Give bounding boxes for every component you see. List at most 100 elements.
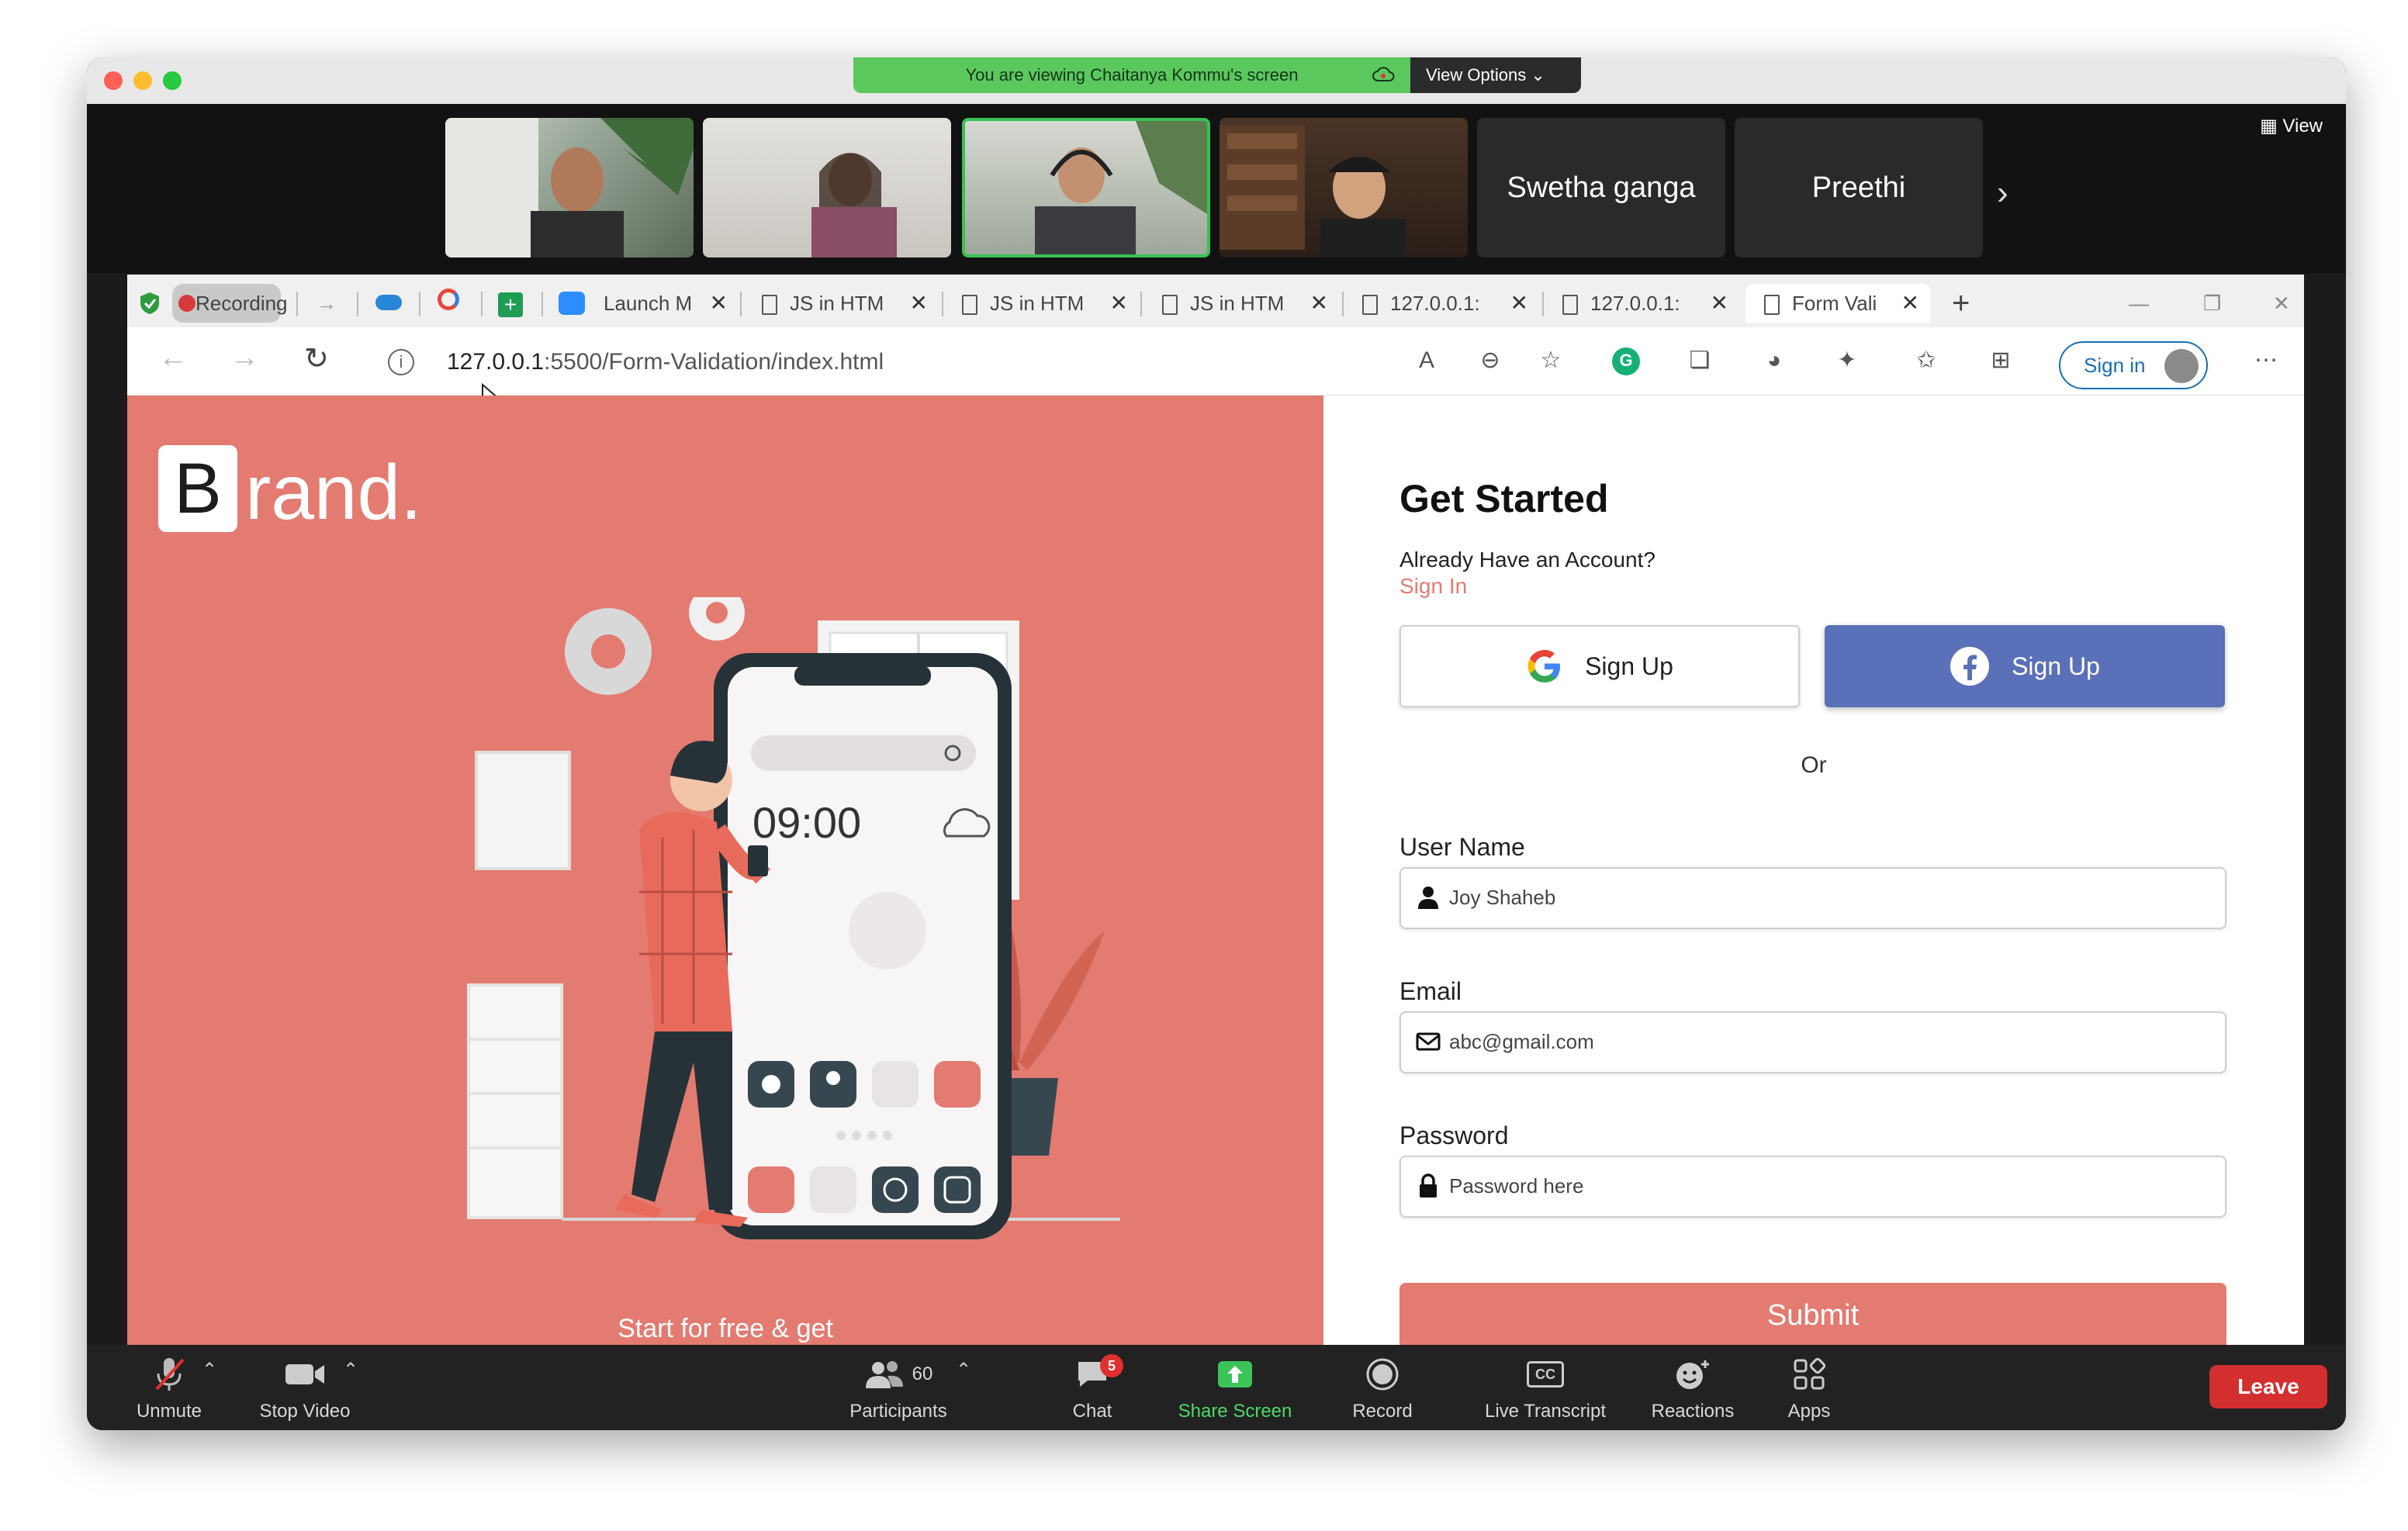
document-icon <box>1362 295 1378 316</box>
sheets-icon[interactable]: + <box>498 284 529 323</box>
video-tile-name-2[interactable]: Preethi <box>1735 118 1983 257</box>
apps-label: Apps <box>1787 1401 1831 1422</box>
tab-separator <box>942 292 943 316</box>
video-tile-name-1[interactable]: Swetha ganga <box>1477 118 1725 257</box>
forward-icon[interactable]: → <box>230 341 259 375</box>
facebook-signup-label: Sign Up <box>2012 651 2100 680</box>
tab-js-in-html-1[interactable]: JS in HTM ✕ <box>762 284 928 323</box>
tab-close-icon[interactable]: ✕ <box>1711 284 1728 323</box>
tab-launch-meeting[interactable]: Launch M ✕ <box>559 284 728 323</box>
tab-localhost-1[interactable]: 127.0.0.1: ✕ <box>1362 284 1528 323</box>
reload-icon[interactable]: ↻ <box>304 341 329 376</box>
chevron-right-icon[interactable]: › <box>1997 174 2008 213</box>
new-tab-icon[interactable]: + <box>1952 284 1970 323</box>
facebook-signup-button[interactable]: Sign Up <box>1825 625 2225 707</box>
live-transcript-label: Live Transcript <box>1484 1401 1607 1422</box>
tab-recording[interactable]: Recording <box>172 284 288 323</box>
chevron-up-icon[interactable]: ⌃ <box>202 1359 217 1381</box>
extensions-icon[interactable]: ✦ <box>1834 347 1860 374</box>
username-placeholder: Joy Shaheb <box>1449 886 1556 909</box>
address-bar: ← → ↻ i 127.0.0.1:5500/Form-Validation/i… <box>127 327 2304 411</box>
back-icon[interactable]: ← <box>158 341 188 375</box>
record-button[interactable]: Record <box>1328 1353 1437 1422</box>
favorites-icon[interactable]: ✩ <box>1913 347 1939 374</box>
collections-icon[interactable]: ⊞ <box>1988 347 2014 374</box>
tab-separator <box>419 292 420 316</box>
video-strip: Swetha ganga Preethi › ▦ View <box>87 104 2346 273</box>
browser-tab-bar: Recording → + Launch M ✕ JS in HTM ✕ JS … <box>127 275 2304 327</box>
maximize-window-button[interactable] <box>163 71 182 90</box>
participants-label: Participants <box>849 1401 947 1422</box>
closed-captions-icon: CC <box>1527 1361 1564 1388</box>
recording-dot-icon <box>178 295 195 312</box>
chevron-up-icon[interactable]: ⌃ <box>956 1359 971 1381</box>
chat-button[interactable]: 5 Chat <box>1046 1353 1139 1422</box>
close-window-button[interactable] <box>104 71 123 90</box>
tab-js-in-html-2[interactable]: JS in HTM ✕ <box>962 284 1128 323</box>
minimize-icon[interactable]: — <box>2129 284 2149 323</box>
submit-button[interactable]: Submit <box>1399 1283 2226 1345</box>
add-favorite-icon[interactable]: ☆ <box>1538 347 1564 374</box>
tab-separator <box>296 292 298 316</box>
signin-link[interactable]: Sign In <box>1399 574 1467 599</box>
password-field[interactable]: Password here <box>1399 1156 2226 1218</box>
restore-icon[interactable]: ❐ <box>2203 284 2221 323</box>
tab-label: 127.0.0.1: <box>1390 292 1480 315</box>
tab-separator <box>1342 292 1344 316</box>
tab-form-validation[interactable]: Form Vali ✕ <box>1745 284 1930 323</box>
viewing-banner-text: You are viewing Chaitanya Kommu's screen <box>965 65 1299 85</box>
participant-video-1 <box>445 118 694 257</box>
tab-separator <box>1542 292 1544 316</box>
page-title: Get Started <box>1399 477 1609 520</box>
share-screen-button[interactable]: Share Screen <box>1173 1353 1297 1422</box>
brand-letter: B <box>158 445 237 532</box>
url-field[interactable]: i 127.0.0.1:5500/Form-Validation/index.h… <box>372 338 1583 385</box>
salesforce-cloud-icon[interactable] <box>375 284 407 323</box>
tab-close-icon[interactable]: ✕ <box>710 284 728 323</box>
tab-js-in-html-3[interactable]: JS in HTM ✕ <box>1162 284 1328 323</box>
document-icon <box>962 295 977 316</box>
video-camera-icon <box>285 1364 324 1384</box>
tab-close-icon[interactable]: ✕ <box>1901 284 1919 323</box>
view-button[interactable]: ▦ View <box>2260 115 2323 137</box>
email-placeholder: abc@gmail.com <box>1449 1030 1594 1053</box>
chevron-up-icon[interactable]: ⌃ <box>343 1359 358 1381</box>
video-tile-2[interactable] <box>703 118 951 257</box>
extension-pages-icon[interactable]: ❏ <box>1687 347 1713 374</box>
stop-video-label: Stop Video <box>259 1401 351 1422</box>
tab-close-icon[interactable]: ✕ <box>1510 284 1528 323</box>
read-aloud-icon[interactable]: A <box>1413 347 1440 374</box>
video-tile-1[interactable] <box>445 118 694 257</box>
grammarly-icon[interactable]: G <box>1612 347 1640 375</box>
live-transcript-button[interactable]: CC Live Transcript <box>1468 1353 1623 1422</box>
zoom-out-icon[interactable]: ⊖ <box>1477 347 1503 374</box>
globe-extension-icon[interactable]: ◕ <box>1761 347 1787 374</box>
close-icon[interactable]: ✕ <box>2273 284 2290 323</box>
participant-video-3 <box>1035 121 1207 254</box>
reactions-button[interactable]: Reactions <box>1638 1353 1747 1422</box>
tab-close-icon[interactable]: ✕ <box>1110 284 1128 323</box>
video-tile-4[interactable] <box>1220 118 1468 257</box>
browser-signin-button[interactable]: Sign in <box>2059 341 2208 389</box>
tab-label: JS in HTM <box>790 292 884 315</box>
meeting-toolbar: Unmute ⌃ Stop Video ⌃ 60 Participants ⌃ <box>87 1345 2346 1430</box>
zoom-icon <box>559 292 585 315</box>
tab-close-icon[interactable]: ✕ <box>1310 284 1328 323</box>
grid-view-icon: ▦ <box>2260 116 2283 137</box>
google-app-icon[interactable] <box>438 284 469 323</box>
participants-button[interactable]: 60 Participants <box>829 1353 968 1422</box>
google-signup-button[interactable]: Sign Up <box>1399 625 1800 707</box>
video-tile-active-speaker[interactable] <box>962 118 1210 257</box>
share-screen-icon <box>1218 1361 1252 1388</box>
email-field[interactable]: abc@gmail.com <box>1399 1011 2226 1073</box>
more-icon[interactable]: ⋯ <box>2253 347 2279 374</box>
leave-button[interactable]: Leave <box>2209 1365 2327 1408</box>
tab-localhost-2[interactable]: 127.0.0.1: ✕ <box>1562 284 1728 323</box>
apps-button[interactable]: Apps <box>1770 1353 1848 1422</box>
username-field[interactable]: Joy Shaheb <box>1399 867 2226 929</box>
minimize-window-button[interactable] <box>133 71 152 90</box>
site-info-icon[interactable]: i <box>388 349 414 375</box>
view-options-button[interactable]: View Options ⌄ <box>1410 57 1581 93</box>
brand-rest: rand. <box>245 449 422 536</box>
tab-close-icon[interactable]: ✕ <box>910 284 928 323</box>
